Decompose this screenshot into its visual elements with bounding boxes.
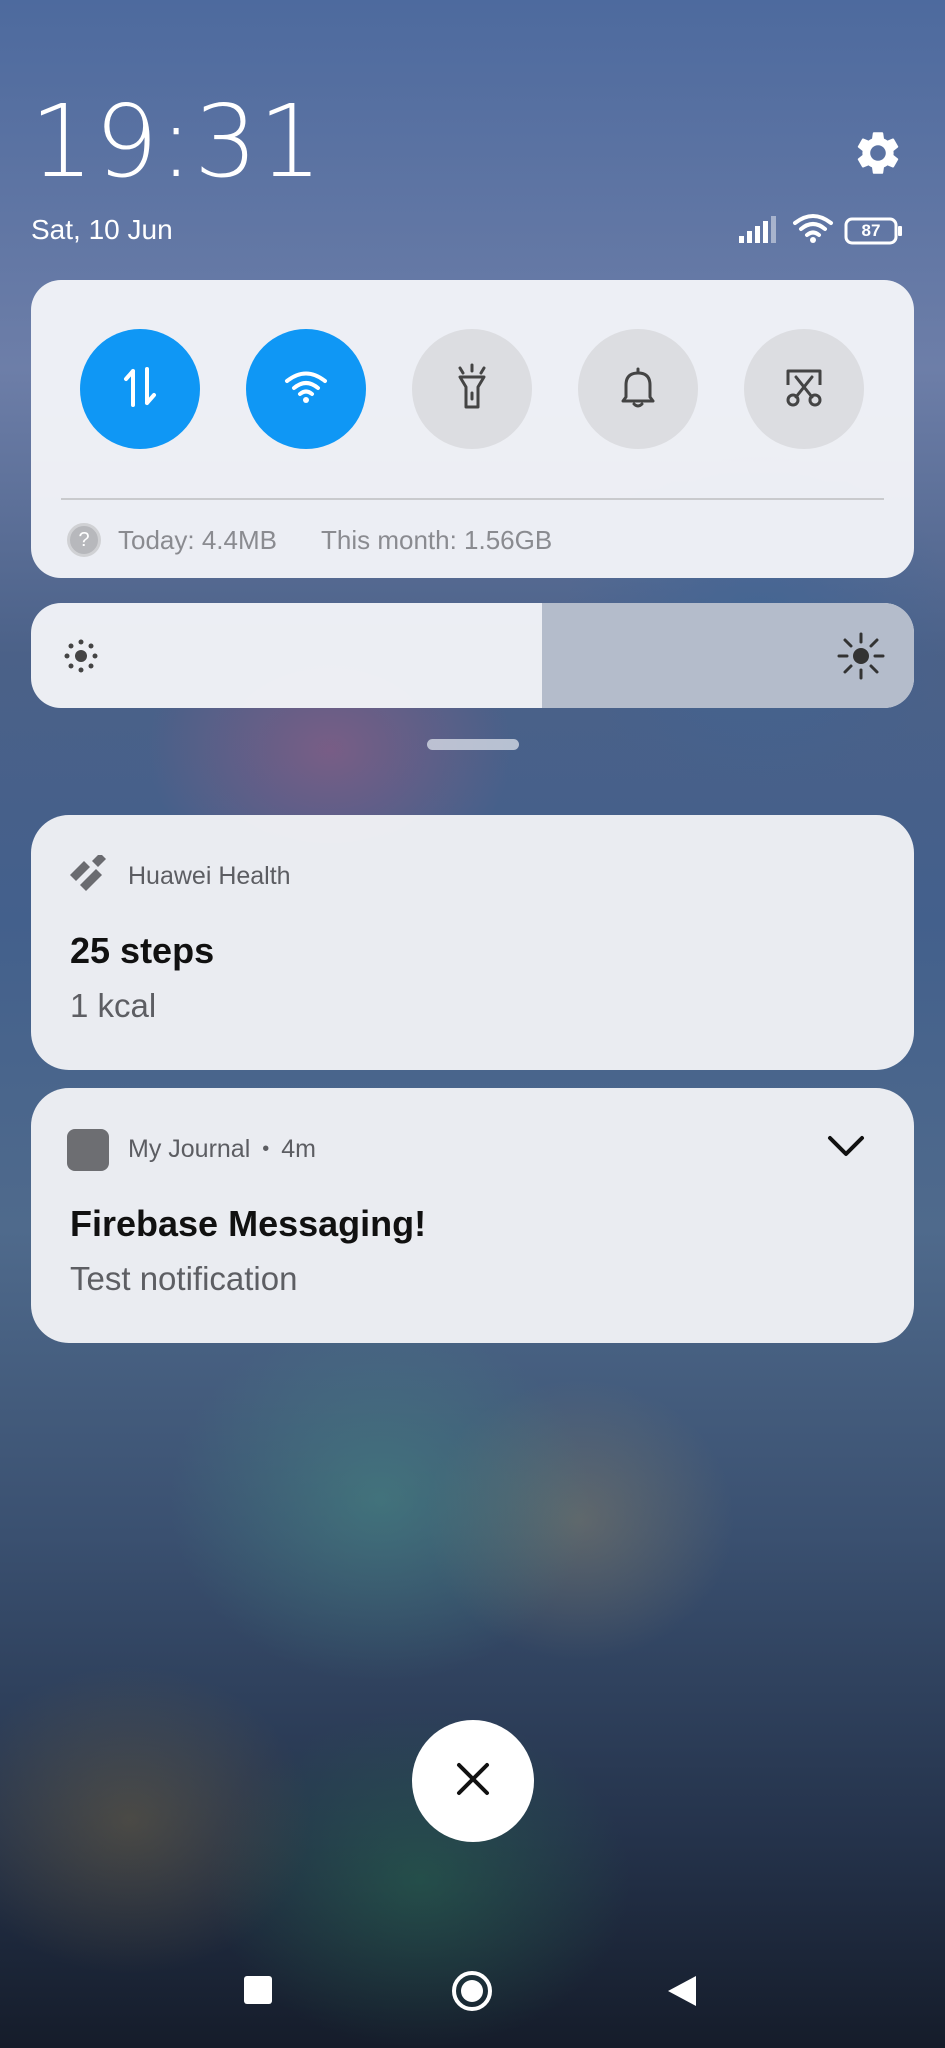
- notification-card[interactable]: Huawei Health 25 steps 1 kcal: [31, 815, 914, 1070]
- app-name: My Journal: [128, 1135, 251, 1163]
- app-icon: [67, 1129, 109, 1171]
- quick-settings-panel: ? Today: 4.4MB This month: 1.56GB: [31, 280, 914, 578]
- notification-app-name: Huawei Health: [128, 862, 291, 891]
- bell-icon: [618, 365, 658, 414]
- status-icons: 87: [738, 213, 904, 250]
- chevron-down-icon[interactable]: [826, 1132, 866, 1165]
- mobile-data-toggle[interactable]: [80, 329, 200, 449]
- signal-icon: [738, 214, 782, 249]
- notification-body: Test notification: [70, 1260, 298, 1297]
- wifi-icon: [792, 213, 834, 250]
- flashlight-toggle[interactable]: [412, 329, 532, 449]
- notification-title: 25 steps: [70, 930, 215, 971]
- data-usage[interactable]: ? Today: 4.4MB This month: 1.56GB: [67, 520, 552, 560]
- brightness-low-icon: [62, 637, 100, 680]
- battery-icon: 87: [844, 217, 904, 245]
- notification-card[interactable]: My Journal • 4m Firebase Messaging! Test…: [31, 1088, 914, 1343]
- clear-all-button[interactable]: [412, 1720, 534, 1842]
- home-button[interactable]: [450, 1969, 494, 2018]
- clock: 19:31: [30, 83, 324, 200]
- screenshot-toggle[interactable]: [744, 329, 864, 449]
- date: Sat, 10 Jun: [31, 214, 173, 245]
- back-triangle-icon: [666, 1976, 698, 2012]
- separator-dot: •: [262, 1138, 270, 1160]
- notification-app-name: My Journal • 4m: [128, 1135, 316, 1164]
- notification-time: 4m: [281, 1135, 317, 1163]
- divider: [61, 498, 884, 500]
- brightness-high-icon: [836, 631, 886, 686]
- recents-button[interactable]: [244, 1976, 272, 2004]
- huawei-health-icon: [66, 853, 110, 900]
- battery-level: 87: [861, 221, 881, 240]
- drag-handle[interactable]: [427, 739, 519, 750]
- back-button[interactable]: [666, 1974, 698, 2013]
- app-name: Huawei Health: [128, 862, 291, 890]
- wifi-toggle[interactable]: [246, 329, 366, 449]
- today-usage: Today: 4.4MB: [118, 524, 277, 555]
- scissors-icon: [782, 365, 826, 414]
- wifi-icon: [284, 370, 328, 409]
- home-circle-icon: [450, 1971, 494, 2017]
- notification-body: 1 kcal: [70, 987, 157, 1024]
- sound-toggle[interactable]: [578, 329, 698, 449]
- close-icon: [455, 1761, 491, 1802]
- month-usage: This month: 1.56GB: [320, 524, 553, 555]
- flashlight-icon: [452, 363, 492, 416]
- square-icon: [244, 1976, 272, 2004]
- data-transfer-icon: [120, 365, 160, 414]
- gear-icon[interactable]: [852, 127, 904, 179]
- help-icon: ?: [67, 523, 101, 557]
- notification-title: Firebase Messaging!: [70, 1203, 427, 1244]
- brightness-slider[interactable]: [31, 603, 914, 708]
